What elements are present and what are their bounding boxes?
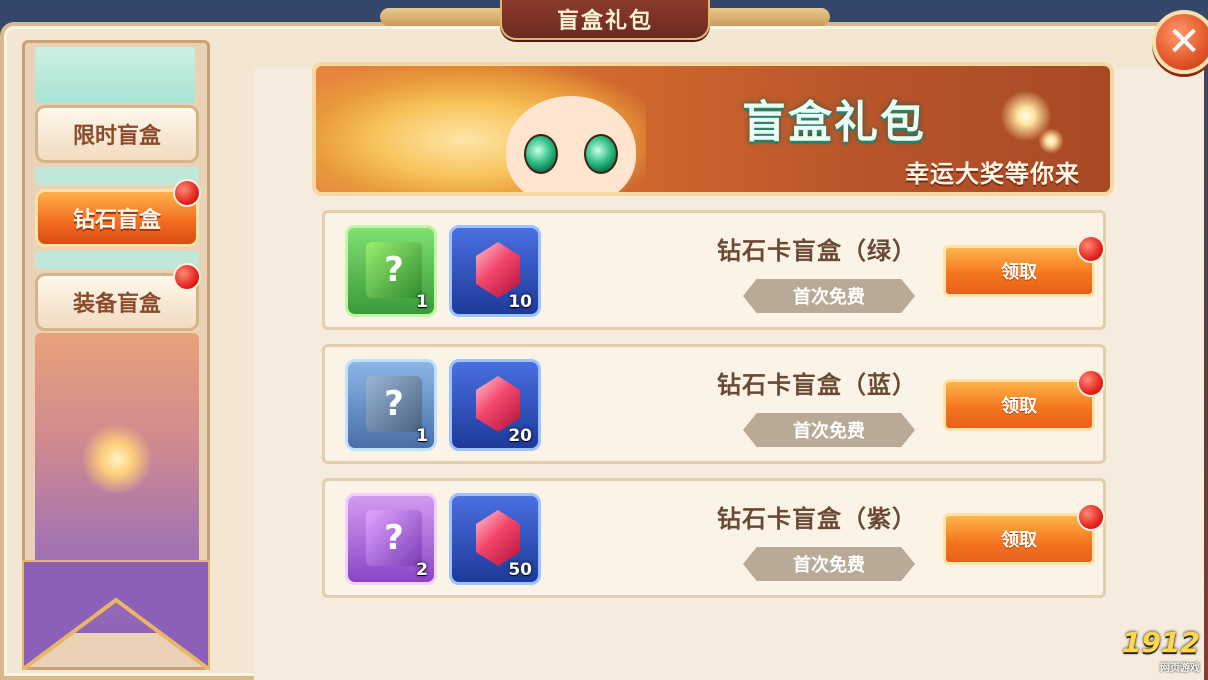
item-quantity: 2: [416, 560, 428, 580]
promo-banner: 盲盒礼包 幸运大奖等你来: [312, 62, 1114, 196]
character-illustration: [316, 66, 646, 192]
tab-divider: [35, 167, 199, 185]
tab-limited-blind-box[interactable]: 限时盲盒: [35, 105, 199, 163]
eye-icon: [584, 134, 618, 174]
blue-mystery-box-icon: ?: [366, 376, 422, 432]
reward-row-green: ? 1 10 钻石卡盲盒（绿） 首次免费 领取: [322, 210, 1106, 330]
first-free-tag: 首次免费: [743, 547, 915, 581]
item-quantity: 20: [508, 426, 532, 446]
notification-badge: [173, 263, 201, 291]
purple-mystery-box-icon: ?: [366, 510, 422, 566]
reward-item[interactable]: 20: [449, 359, 541, 451]
window-title: 盲盒礼包: [500, 0, 710, 40]
star-emblem-icon: [81, 423, 153, 495]
close-icon: ✕: [1167, 19, 1201, 65]
red-gem-icon: [476, 242, 520, 298]
reward-name: 钻石卡盲盒（蓝）: [717, 371, 917, 399]
reward-item[interactable]: 10: [449, 225, 541, 317]
claim-button[interactable]: 领取: [943, 245, 1095, 297]
notification-badge: [1077, 503, 1105, 531]
reward-row-blue: ? 1 20 钻石卡盲盒（蓝） 首次免费 领取: [322, 344, 1106, 464]
notification-badge: [1077, 369, 1105, 397]
reward-item[interactable]: ? 1: [345, 225, 437, 317]
tab-label: 钻石盲盒: [72, 208, 161, 233]
red-gem-icon: [476, 510, 520, 566]
title-wing-left: [380, 8, 520, 26]
tab-label: 装备盲盒: [72, 292, 161, 317]
title-wing-right: [690, 8, 830, 26]
item-quantity: 1: [416, 292, 428, 312]
reward-item[interactable]: 50: [449, 493, 541, 585]
first-free-tag: 首次免费: [743, 413, 915, 447]
notification-badge: [173, 179, 201, 207]
green-mystery-box-icon: ?: [366, 242, 422, 298]
close-button[interactable]: ✕: [1152, 10, 1208, 74]
banner-title: 盲盒礼包: [742, 97, 926, 148]
sidebar-ribbon-tail: [22, 560, 210, 670]
eye-icon: [524, 134, 558, 174]
reward-name: 钻石卡盲盒（绿）: [717, 237, 917, 265]
sparkle-icon: [1036, 126, 1066, 156]
watermark-subtext: 网页游戏: [1160, 663, 1200, 674]
claim-button[interactable]: 领取: [943, 513, 1095, 565]
tab-label: 限时盲盒: [72, 124, 161, 149]
character-face: [506, 96, 636, 192]
watermark-text: 1912: [1122, 626, 1200, 659]
reward-name: 钻石卡盲盒（紫）: [717, 505, 917, 533]
item-quantity: 10: [508, 292, 532, 312]
reward-row-purple: ? 2 50 钻石卡盲盒（紫） 首次免费 领取: [322, 478, 1106, 598]
claim-button[interactable]: 领取: [943, 379, 1095, 431]
reward-item[interactable]: ? 1: [345, 359, 437, 451]
item-quantity: 50: [508, 560, 532, 580]
notification-badge: [1077, 235, 1105, 263]
first-free-tag: 首次免费: [743, 279, 915, 313]
banner-subtitle: 幸运大奖等你来: [905, 160, 1080, 188]
sidebar-header-decor: [35, 47, 195, 103]
tab-divider: [35, 251, 199, 269]
reward-item[interactable]: ? 2: [345, 493, 437, 585]
red-gem-icon: [476, 376, 520, 432]
item-quantity: 1: [416, 426, 428, 446]
site-watermark: 1912 网页游戏: [1122, 626, 1200, 674]
